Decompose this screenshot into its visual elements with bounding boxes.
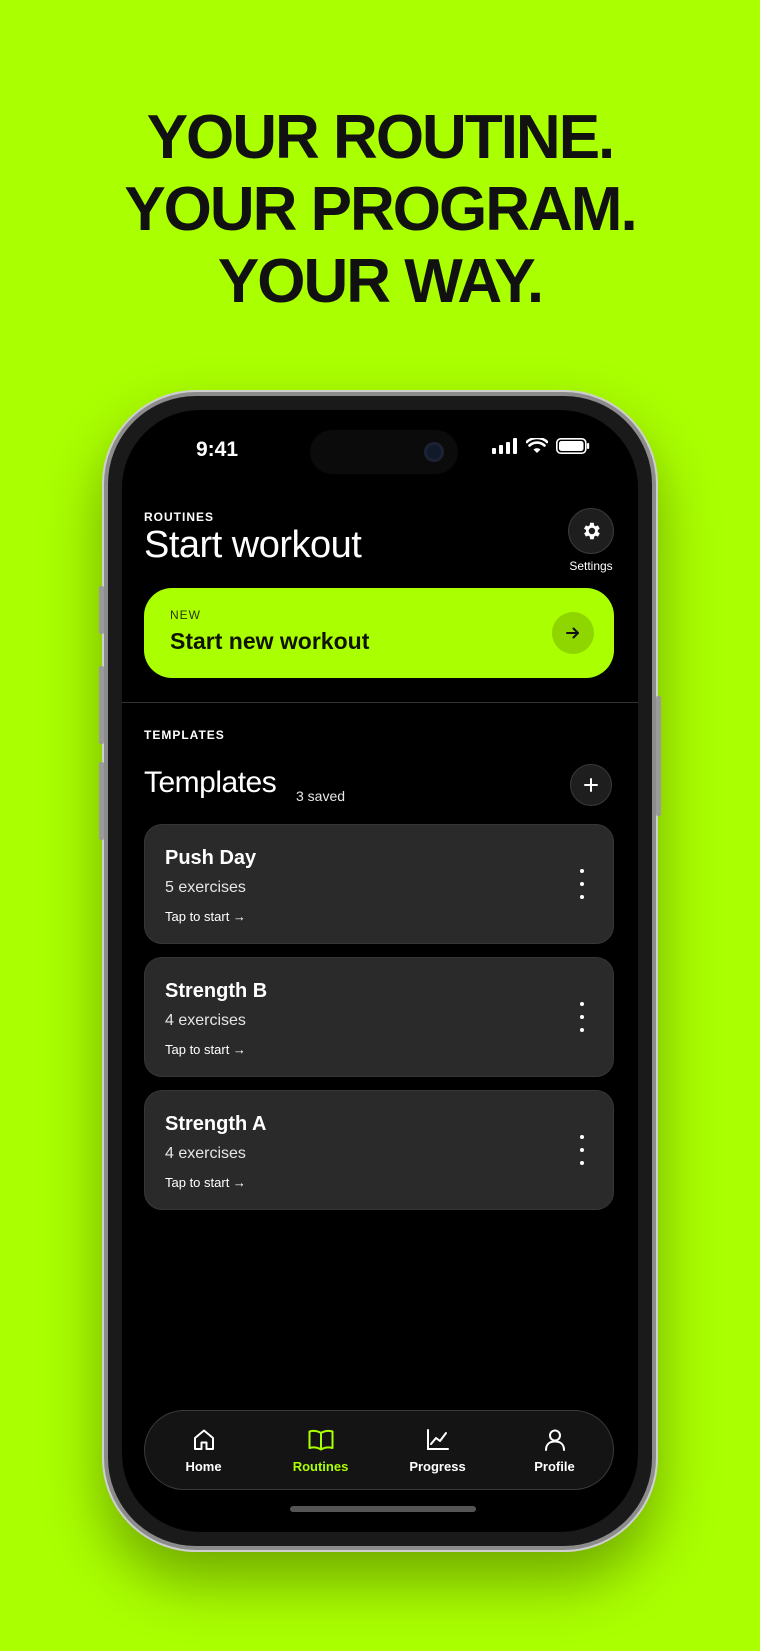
more-options-icon[interactable] [579,1002,585,1032]
templates-title: Templates [144,766,277,799]
app-screen: 9:41 ROUTINES Start workout Settings NEW… [122,410,638,1532]
start-new-workout-card[interactable]: NEW Start new workout [144,588,614,678]
template-tap-to-start: Tap to start → [165,1175,246,1190]
volume-up-button [99,666,104,744]
action-button [99,586,104,634]
tab-progress-label: Progress [409,1458,466,1474]
add-template-button[interactable] [570,764,612,806]
start-new-workout-button[interactable] [552,612,594,654]
headline-line-3: YOUR WAY. [217,247,544,316]
book-icon [308,1429,333,1450]
template-card-strength-b[interactable]: Strength B 4 exercises Tap to start → [144,957,614,1077]
template-card-push-day[interactable]: Push Day 5 exercises Tap to start → [144,824,614,944]
dynamic-island [310,430,458,474]
new-workout-title: Start new workout [170,628,370,654]
template-name: Push Day [165,847,257,869]
template-exercise-count: 4 exercises [165,1012,246,1029]
phone-frame: 9:41 ROUTINES Start workout Settings NEW… [99,392,661,1550]
tab-home-label: Home [185,1458,222,1474]
more-options-icon[interactable] [579,869,585,899]
volume-down-button [99,762,104,840]
promo-headline: YOUR ROUTINE. YOUR PROGRAM. YOUR WAY. [0,102,760,318]
camera-lens-icon [424,442,444,462]
wifi-icon [526,438,548,453]
template-name: Strength A [165,1113,267,1135]
battery-icon [556,438,590,454]
tab-routines-label: Routines [292,1458,349,1474]
template-card-strength-a[interactable]: Strength A 4 exercises Tap to start → [144,1090,614,1210]
more-options-icon[interactable] [579,1135,585,1165]
gear-icon [584,522,600,540]
chart-icon [426,1428,449,1450]
new-tag: NEW [170,608,201,622]
tab-home[interactable]: Home [145,1411,262,1489]
section-divider [122,702,638,703]
status-time: 9:41 [196,438,239,461]
power-button [656,696,661,816]
bottom-tab-bar: Home Routines Progress Profile [144,1410,614,1490]
templates-count: 3 saved [296,788,346,804]
home-icon [193,1429,214,1450]
template-exercise-count: 4 exercises [165,1145,246,1162]
headline-line-2: YOUR PROGRAM. [124,175,637,244]
template-tap-to-start: Tap to start → [165,909,246,924]
settings-button[interactable] [568,508,614,554]
settings-label: Settings [569,559,613,573]
template-tap-to-start: Tap to start → [165,1042,246,1057]
arrow-right-icon [566,627,579,639]
tab-progress[interactable]: Progress [379,1411,496,1489]
tab-routines[interactable]: Routines [262,1411,379,1489]
template-name: Strength B [165,980,268,1002]
template-exercise-count: 5 exercises [165,879,246,896]
page-title: Start workout [144,524,362,566]
status-icons [492,438,590,454]
templates-section-label: TEMPLATES [144,728,225,742]
tab-profile[interactable]: Profile [496,1411,613,1489]
home-indicator[interactable] [290,1506,476,1512]
user-icon [544,1429,565,1451]
headline-line-1: YOUR ROUTINE. [146,103,616,172]
tab-profile-label: Profile [534,1458,575,1474]
routines-section-label: ROUTINES [144,510,215,524]
signal-icon [492,438,517,454]
plus-icon [584,778,598,792]
